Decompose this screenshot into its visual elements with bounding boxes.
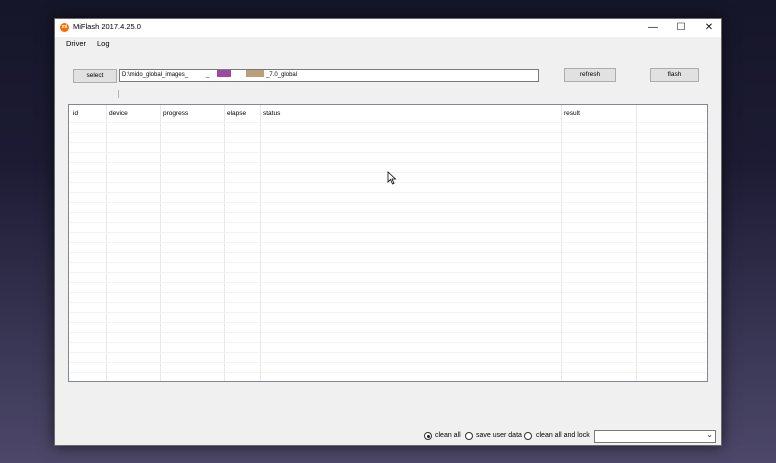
mi-logo-icon: mi: [60, 23, 69, 32]
path-suffix-text: _7.0_global: [266, 72, 298, 78]
menu-bar: Driver Log: [55, 37, 721, 50]
clean-all-and-lock-label[interactable]: clean all and lock: [536, 432, 590, 439]
column-divider: [561, 105, 562, 381]
column-header-id[interactable]: id: [73, 110, 78, 117]
mode-dropdown[interactable]: ⌄: [594, 430, 716, 443]
table-row-line: [69, 292, 707, 293]
divider: [118, 90, 119, 98]
flash-button[interactable]: flash: [650, 68, 699, 82]
minimize-button[interactable]: —: [639, 19, 667, 37]
clean-all-radio[interactable]: [424, 432, 432, 440]
column-header-elapse[interactable]: elapse: [227, 110, 246, 117]
table-row-line: [69, 202, 707, 203]
table-row-line: [69, 152, 707, 153]
table-row-line: [69, 122, 707, 123]
column-divider: [260, 105, 261, 381]
menu-driver[interactable]: Driver: [66, 39, 86, 48]
column-divider: [636, 105, 637, 381]
table-row-line: [69, 262, 707, 263]
table-row-line: [69, 132, 707, 133]
path-field[interactable]: D:\mido_global_images_ _ _7.0_global: [119, 69, 539, 82]
table-row-line: [69, 342, 707, 343]
chevron-down-icon: ⌄: [706, 430, 713, 439]
table-row-line: [69, 212, 707, 213]
table-row-line: [69, 312, 707, 313]
column-divider: [106, 105, 107, 381]
save-user-data-label[interactable]: save user data: [476, 432, 522, 439]
table-row-line: [69, 352, 707, 353]
path-separator-text: _: [205, 72, 210, 78]
miflash-window: mi MiFlash 2017.4.25.0 — ☐ ✕ Driver Log …: [54, 18, 722, 446]
window-title: MiFlash 2017.4.25.0: [73, 22, 141, 31]
table-row-line: [69, 362, 707, 363]
title-bar: mi MiFlash 2017.4.25.0 — ☐ ✕: [55, 19, 721, 37]
table-row-line: [69, 232, 707, 233]
clean-all-and-lock-radio[interactable]: [524, 432, 532, 440]
save-user-data-radio[interactable]: [465, 432, 473, 440]
table-row-line: [69, 322, 707, 323]
table-row-line: [69, 332, 707, 333]
column-header-device[interactable]: device: [109, 110, 128, 117]
table-row-line: [69, 142, 707, 143]
redaction-block: [216, 70, 231, 77]
maximize-button[interactable]: ☐: [667, 19, 695, 37]
column-divider: [224, 105, 225, 381]
select-button[interactable]: select: [73, 69, 117, 83]
path-prefix-text: D:\mido_global_images_: [122, 72, 189, 78]
table-row-line: [69, 272, 707, 273]
clean-all-label[interactable]: clean all: [435, 432, 461, 439]
table-row-line: [69, 282, 707, 283]
device-table[interactable]: id device progress elapse status result: [68, 104, 708, 382]
column-divider: [160, 105, 161, 381]
table-row-line: [69, 252, 707, 253]
column-header-status[interactable]: status: [263, 110, 280, 117]
table-row-line: [69, 162, 707, 163]
mouse-cursor-icon: [387, 171, 397, 185]
status-bar: clean all save user data clean all and l…: [55, 427, 721, 445]
table-row-line: [69, 302, 707, 303]
table-row-line: [69, 242, 707, 243]
column-header-result[interactable]: result: [564, 110, 580, 117]
menu-log[interactable]: Log: [97, 39, 110, 48]
close-button[interactable]: ✕: [695, 19, 723, 37]
table-row-line: [69, 192, 707, 193]
redaction-block: [246, 70, 265, 77]
table-row-line: [69, 372, 707, 373]
column-header-progress[interactable]: progress: [163, 110, 188, 117]
table-row-line: [69, 222, 707, 223]
refresh-button[interactable]: refresh: [564, 68, 616, 82]
